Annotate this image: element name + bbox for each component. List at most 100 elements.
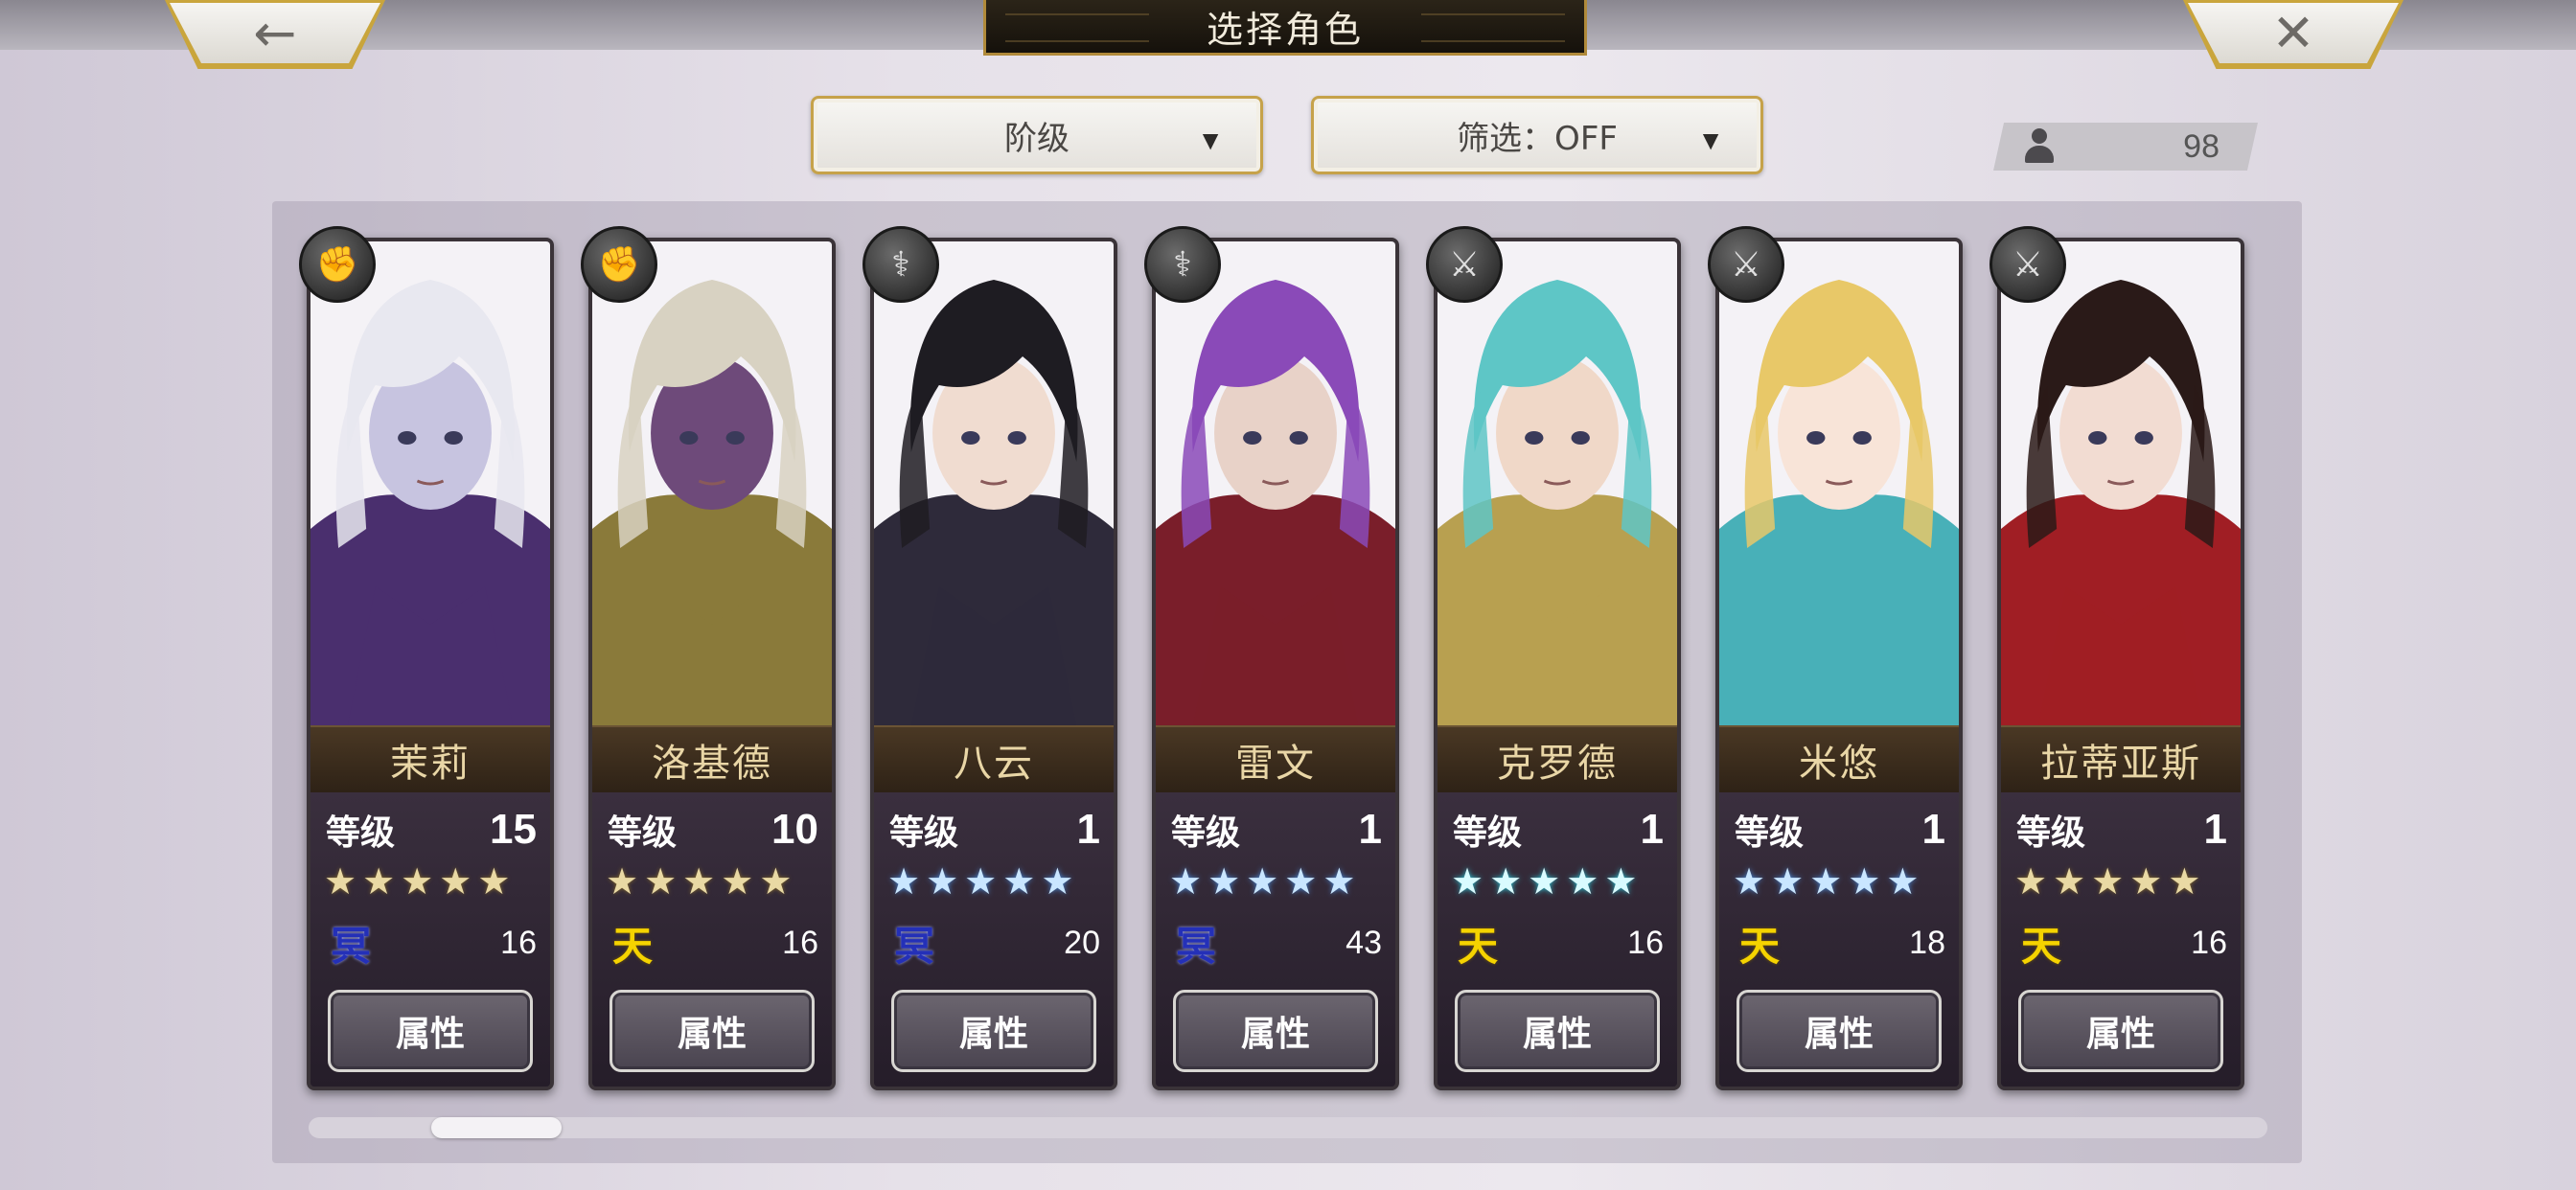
property-button-label: 属性	[1804, 1015, 1874, 1054]
attribute-icon: 冥	[330, 922, 371, 970]
level-value: 1	[1640, 806, 1664, 853]
character-name-band: 八云	[874, 725, 1114, 794]
property-button[interactable]: 属性	[891, 990, 1096, 1072]
sword-icon: ⚔	[1708, 226, 1784, 303]
gauntlet-icon: ✊	[299, 226, 376, 303]
level-row: 等级 1	[889, 806, 1100, 854]
character-name-band: 拉蒂亚斯	[2001, 725, 2241, 794]
star-icon: ★	[1604, 862, 1638, 903]
scrollbar-thumb[interactable]	[431, 1117, 562, 1138]
cost-value: 16	[1627, 924, 1664, 961]
attribute-icon: 天	[1457, 922, 1498, 970]
cost-value: 20	[1064, 924, 1100, 961]
attribute-row: 天 16	[1453, 917, 1664, 970]
portrait-art	[1438, 241, 1677, 725]
level-row: 等级 1	[1735, 806, 1945, 854]
cost-value: 16	[782, 924, 818, 961]
level-value: 1	[1358, 806, 1382, 853]
attribute-row: 天 18	[1735, 917, 1945, 970]
back-button[interactable]: ←	[165, 0, 385, 69]
portrait-art	[1719, 241, 1959, 725]
attribute-icon: 冥	[1175, 922, 1216, 970]
star-icon: ★	[1169, 862, 1203, 903]
property-button[interactable]: 属性	[1736, 990, 1942, 1072]
star-icon: ★	[477, 862, 511, 903]
character-card[interactable]: 克罗德 等级 1 ★ ★ ★ ★ ★ 天 16 属性 ⚔	[1426, 226, 1681, 1090]
star-icon: ★	[721, 862, 754, 903]
card-frame: 雷文 等级 1 ★ ★ ★ ★ ★ 冥 43 属性	[1152, 238, 1399, 1090]
character-name-band: 洛基德	[592, 725, 832, 794]
level-label: 等级	[608, 813, 678, 853]
arrow-left-icon: ←	[253, 3, 297, 63]
star-icon: ★	[759, 862, 793, 903]
character-portrait	[2001, 241, 2241, 725]
level-value: 10	[771, 806, 818, 853]
star-icon: ★	[401, 862, 434, 903]
property-button-label: 属性	[1240, 1015, 1310, 1054]
property-button[interactable]: 属性	[328, 990, 533, 1072]
character-name: 茉莉	[390, 742, 471, 786]
star-rating: ★ ★ ★ ★ ★	[1169, 861, 1355, 904]
character-name-band: 克罗德	[1438, 725, 1677, 794]
staff-icon: ⚕	[1144, 226, 1221, 303]
star-rating: ★ ★ ★ ★ ★	[606, 861, 792, 904]
star-icon: ★	[644, 862, 678, 903]
filter-dropdown[interactable]: 筛选：OFF ▼	[1311, 96, 1763, 174]
level-label: 等级	[2016, 813, 2086, 853]
character-card[interactable]: 拉蒂亚斯 等级 1 ★ ★ ★ ★ ★ 天 16 属性 ⚔	[1990, 226, 2244, 1090]
star-icon: ★	[1566, 862, 1599, 903]
level-value: 1	[1076, 806, 1100, 853]
staff-icon: ⚕	[862, 226, 939, 303]
character-info: 等级 15 ★ ★ ★ ★ ★ 冥 16 属性	[310, 792, 550, 1087]
attribute-icon: 冥	[893, 922, 934, 970]
level-label: 等级	[326, 813, 396, 853]
character-card[interactable]: 米悠 等级 1 ★ ★ ★ ★ ★ 天 18 属性 ⚔	[1708, 226, 1963, 1090]
star-icon: ★	[887, 862, 921, 903]
card-frame: 克罗德 等级 1 ★ ★ ★ ★ ★ 天 16 属性	[1434, 238, 1681, 1090]
level-label: 等级	[1453, 813, 1523, 853]
character-info: 等级 1 ★ ★ ★ ★ ★ 天 18 属性	[1719, 792, 1959, 1087]
portrait-art	[592, 241, 832, 725]
page-title-text: 选择角色	[1206, 9, 1364, 51]
star-icon: ★	[1733, 862, 1766, 903]
property-button[interactable]: 属性	[610, 990, 815, 1072]
close-button[interactable]: ✕	[2183, 0, 2404, 69]
property-button-label: 属性	[1522, 1015, 1592, 1054]
card-frame: 八云 等级 1 ★ ★ ★ ★ ★ 冥 20 属性	[870, 238, 1117, 1090]
star-icon: ★	[1809, 862, 1843, 903]
star-icon: ★	[2053, 862, 2086, 903]
portrait-art	[310, 241, 550, 725]
star-icon: ★	[1208, 862, 1241, 903]
card-frame: 米悠 等级 1 ★ ★ ★ ★ ★ 天 18 属性	[1715, 238, 1963, 1090]
person-icon	[2022, 128, 2057, 165]
property-button[interactable]: 属性	[1173, 990, 1378, 1072]
star-icon: ★	[1886, 862, 1920, 903]
character-info: 等级 1 ★ ★ ★ ★ ★ 天 16 属性	[2001, 792, 2241, 1087]
character-card[interactable]: 八云 等级 1 ★ ★ ★ ★ ★ 冥 20 属性 ⚕	[862, 226, 1117, 1090]
level-label: 等级	[1171, 813, 1241, 853]
level-row: 等级 1	[1171, 806, 1382, 854]
filter-dropdown-label: 筛选：OFF	[1457, 119, 1618, 158]
character-portrait	[874, 241, 1114, 725]
star-icon: ★	[1322, 862, 1356, 903]
sort-dropdown[interactable]: 阶级 ▼	[811, 96, 1263, 174]
character-card[interactable]: 雷文 等级 1 ★ ★ ★ ★ ★ 冥 43 属性 ⚕	[1144, 226, 1399, 1090]
property-button[interactable]: 属性	[2018, 990, 2223, 1072]
star-icon: ★	[2091, 862, 2125, 903]
chevron-down-icon: ▼	[1197, 126, 1224, 155]
attribute-icon: 天	[2020, 922, 2061, 970]
card-frame: 洛基德 等级 10 ★ ★ ★ ★ ★ 天 16 属性	[588, 238, 836, 1090]
roster-count-value: 98	[2183, 128, 2220, 165]
horizontal-scrollbar[interactable]	[309, 1117, 2267, 1138]
character-card[interactable]: 洛基德 等级 10 ★ ★ ★ ★ ★ 天 16 属性 ✊	[581, 226, 836, 1090]
attribute-row: 冥 16	[326, 917, 537, 970]
star-icon: ★	[439, 862, 472, 903]
star-icon: ★	[2014, 862, 2048, 903]
character-info: 等级 1 ★ ★ ★ ★ ★ 冥 43 属性	[1156, 792, 1395, 1087]
level-row: 等级 1	[1453, 806, 1664, 854]
attribute-row: 冥 20	[889, 917, 1100, 970]
property-button[interactable]: 属性	[1455, 990, 1660, 1072]
level-value: 1	[2203, 806, 2227, 853]
property-button-label: 属性	[677, 1015, 747, 1054]
character-card[interactable]: 茉莉 等级 15 ★ ★ ★ ★ ★ 冥 16 属性 ✊	[299, 226, 554, 1090]
